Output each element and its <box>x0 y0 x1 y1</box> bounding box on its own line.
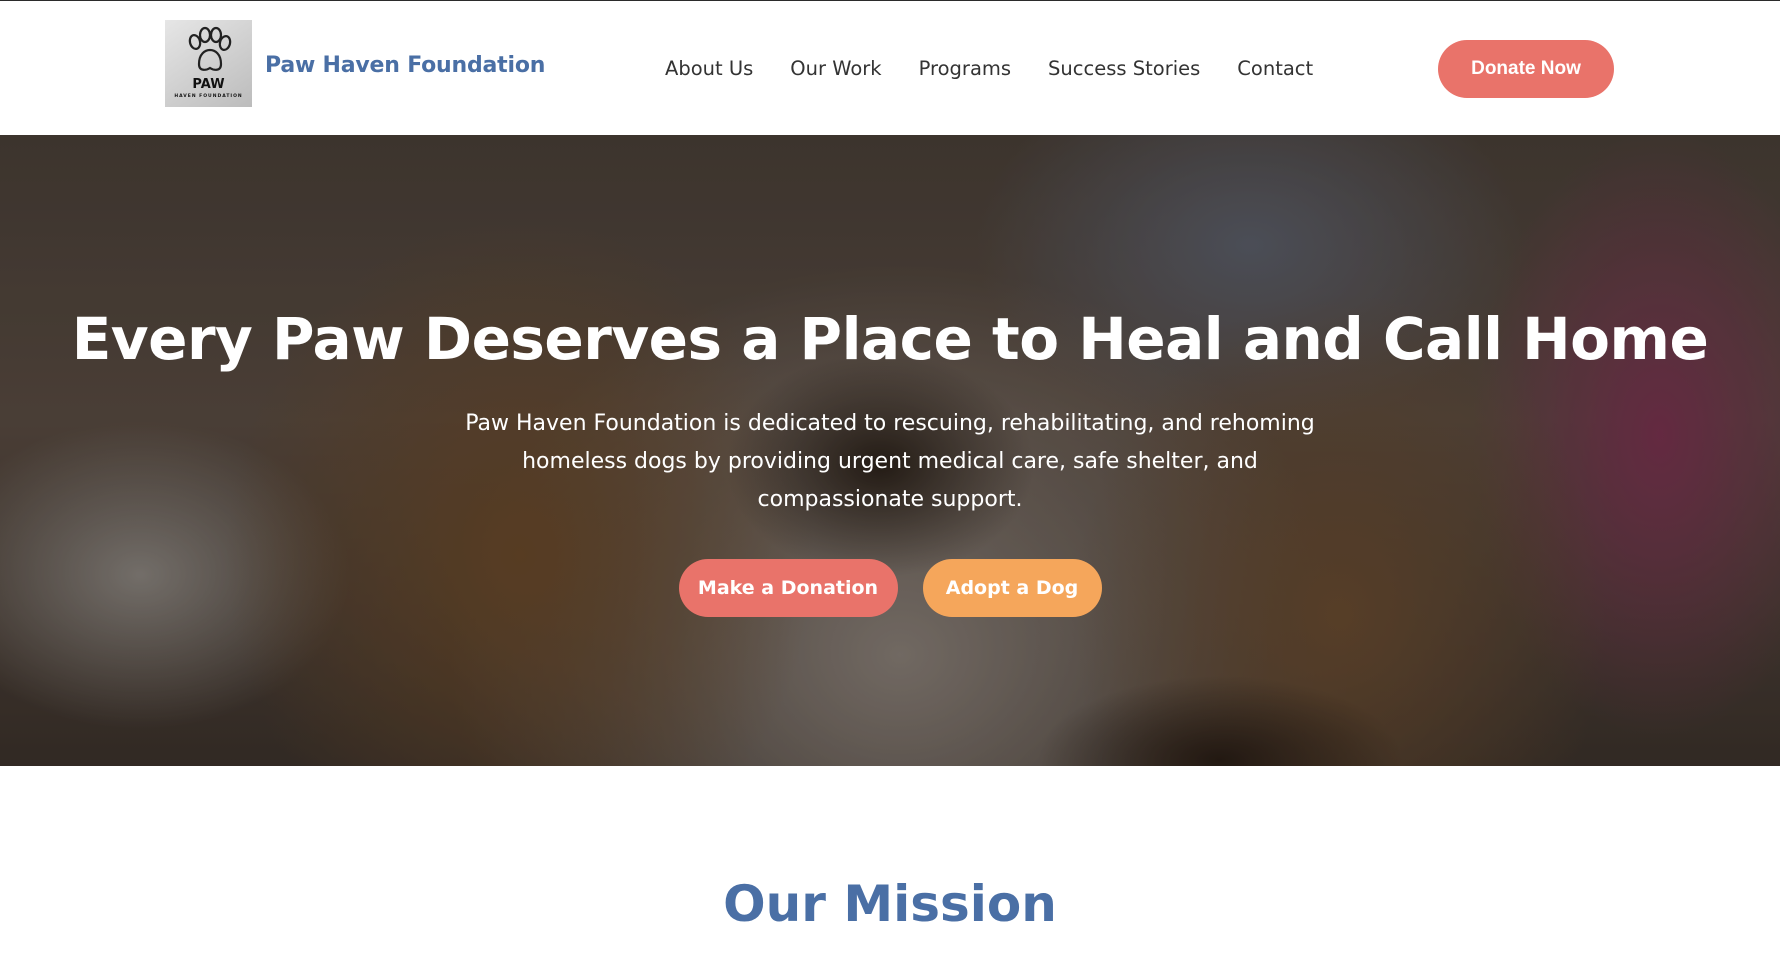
nav-about-us[interactable]: About Us <box>665 57 753 80</box>
nav-success-stories[interactable]: Success Stories <box>1048 57 1200 80</box>
mission-heading: Our Mission <box>723 875 1057 933</box>
hero-actions: Make a Donation Adopt a Dog <box>0 559 1780 617</box>
brand-name[interactable]: Paw Haven Foundation <box>265 53 545 78</box>
adopt-dog-button[interactable]: Adopt a Dog <box>922 559 1102 617</box>
hero-title: Every Paw Deserves a Place to Heal and C… <box>71 305 1709 373</box>
hero-section: Every Paw Deserves a Place to Heal and C… <box>0 135 1780 766</box>
site-header: PAW HAVEN FOUNDATION Paw Haven Foundatio… <box>0 1 1780 135</box>
logo-text: PAW <box>192 77 225 92</box>
logo[interactable]: PAW HAVEN FOUNDATION <box>165 20 252 107</box>
main-nav: About Us Our Work Programs Success Stori… <box>665 57 1350 80</box>
logo-subtext: HAVEN FOUNDATION <box>174 94 243 99</box>
nav-contact[interactable]: Contact <box>1237 57 1313 80</box>
donate-now-button[interactable]: Donate Now <box>1438 40 1614 98</box>
make-donation-button[interactable]: Make a Donation <box>678 559 898 617</box>
hero-description: Paw Haven Foundation is dedicated to res… <box>465 411 1315 512</box>
nav-our-work[interactable]: Our Work <box>790 57 881 80</box>
nav-programs[interactable]: Programs <box>919 57 1011 80</box>
paw-icon <box>188 26 231 71</box>
